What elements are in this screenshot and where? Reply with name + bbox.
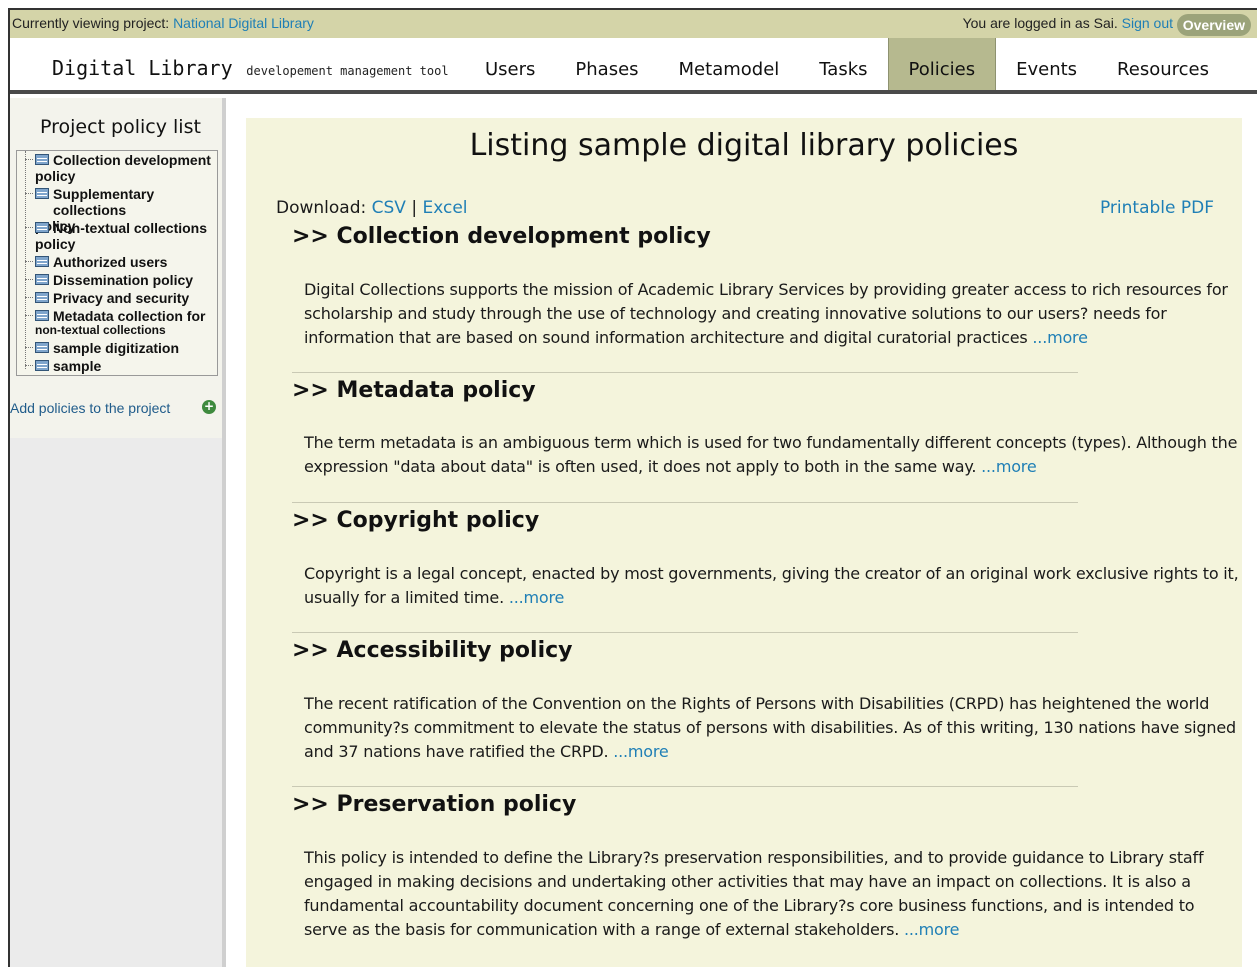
tree-item-label: Metadata collection for (53, 308, 206, 324)
policy-title-accessibility[interactable]: >> Accessibility policy (292, 638, 573, 663)
sign-out-link[interactable]: Sign out (1122, 15, 1173, 31)
excel-link[interactable]: Excel (422, 198, 467, 218)
download-label: Download: (276, 198, 367, 218)
tab-policies[interactable]: Policies (887, 38, 997, 90)
policy-body-preservation: This policy is intended to define the Li… (304, 846, 1240, 942)
more-link[interactable]: ...more (613, 742, 669, 761)
document-icon (35, 222, 49, 233)
tree-item-label: Collection development (53, 152, 211, 168)
policy-title-collection-development[interactable]: >> Collection development policy (292, 224, 711, 249)
tree-item-collection-development[interactable]: Collection development policy (25, 152, 211, 184)
add-policies-link[interactable]: Add policies to the project (10, 400, 170, 416)
policy-body-collection-development: Digital Collections supports the mission… (304, 278, 1240, 350)
tab-tasks[interactable]: Tasks (799, 38, 887, 90)
tree-item-metadata-collection[interactable]: Metadata collection for non-textual coll… (25, 308, 206, 337)
tab-phases[interactable]: Phases (555, 38, 658, 90)
policy-body-copyright: Copyright is a legal concept, enacted by… (304, 562, 1240, 610)
policy-text: Digital Collections supports the mission… (304, 280, 1228, 347)
printable-pdf-link[interactable]: Printable PDF (1100, 198, 1214, 218)
sidebar: Project policy list Collection developme… (10, 98, 226, 967)
tree-item-label: Dissemination policy (53, 272, 194, 288)
brand-logo[interactable]: Digital Library developement management … (52, 56, 449, 80)
tree-item-label: sample digitization (53, 340, 180, 356)
download-links: Download: CSV | Excel (276, 198, 468, 218)
page-title: Listing sample digital library policies (469, 128, 1019, 163)
tree-item-dissemination-policy[interactable]: Dissemination policy (25, 272, 194, 288)
document-icon (35, 292, 49, 303)
tree-item-label: Privacy and security (53, 290, 190, 306)
document-icon (35, 360, 49, 371)
policy-body-accessibility: The recent ratification of the Conventio… (304, 692, 1240, 764)
policy-title-copyright[interactable]: >> Copyright policy (292, 508, 539, 533)
main-content: Listing sample digital library policies … (246, 118, 1242, 967)
logged-in-text: You are logged in as Sai. (962, 15, 1118, 31)
viewing-label: Currently viewing project: (12, 15, 170, 31)
policy-text: This policy is intended to define the Li… (304, 848, 1204, 939)
document-icon (35, 310, 49, 321)
tree-item-label: Non-textual collections (53, 220, 208, 236)
more-link[interactable]: ...more (509, 588, 565, 607)
plus-circle-icon[interactable]: + (202, 400, 216, 414)
tree-line (25, 151, 26, 369)
tree-item-non-textual-collections[interactable]: Non-textual collections policy (25, 220, 208, 252)
divider (292, 632, 1078, 633)
overview-button[interactable]: Overview (1176, 14, 1251, 36)
policy-body-metadata: The term metadata is an ambiguous term w… (304, 431, 1240, 479)
more-link[interactable]: ...more (904, 920, 960, 939)
document-icon (35, 256, 49, 267)
more-link[interactable]: ...more (981, 457, 1037, 476)
policy-text: The term metadata is an ambiguous term w… (304, 433, 1238, 476)
tree-item-label-2: policy (35, 236, 76, 252)
policy-title-preservation[interactable]: >> Preservation policy (292, 792, 576, 817)
current-project: Currently viewing project: National Digi… (12, 15, 314, 31)
brand-title: Digital Library (52, 56, 233, 80)
document-icon (35, 154, 49, 165)
tab-users[interactable]: Users (465, 38, 555, 90)
sidebar-title: Project policy list (40, 116, 201, 138)
more-link[interactable]: ...more (1032, 328, 1088, 347)
top-info-bar: Currently viewing project: National Digi… (10, 10, 1257, 38)
tree-item-sample-digitization[interactable]: sample digitization (25, 340, 180, 356)
tree-item-privacy-and-security[interactable]: Privacy and security (25, 290, 190, 306)
csv-link[interactable]: CSV (372, 198, 406, 218)
policy-tree: Collection development policy Supplement… (16, 150, 218, 376)
project-link[interactable]: National Digital Library (173, 15, 314, 31)
document-icon (35, 342, 49, 353)
tree-item-authorized-users[interactable]: Authorized users (25, 254, 168, 270)
tab-resources[interactable]: Resources (1097, 38, 1229, 90)
policy-title-metadata[interactable]: >> Metadata policy (292, 378, 536, 403)
download-divider: | (411, 198, 418, 218)
login-status: You are logged in as Sai. Sign out (963, 15, 1173, 31)
document-icon (35, 188, 49, 199)
divider (292, 372, 1078, 373)
tree-item-label: Authorized users (53, 254, 168, 270)
brand-subtitle: developement management tool (246, 64, 449, 78)
divider (292, 786, 1078, 787)
main-header: Digital Library developement management … (10, 38, 1257, 94)
tree-item-sample[interactable]: sample (25, 358, 101, 374)
tree-item-label-2: non-textual collections (35, 323, 166, 337)
document-icon (35, 274, 49, 285)
policy-text: Copyright is a legal concept, enacted by… (304, 564, 1239, 607)
divider (292, 502, 1078, 503)
tab-events[interactable]: Events (996, 38, 1097, 90)
policy-text: The recent ratification of the Conventio… (304, 694, 1236, 761)
main-nav: Users Phases Metamodel Tasks Policies Ev… (465, 38, 1229, 90)
tree-item-label-2: policy (35, 168, 76, 184)
tab-metamodel[interactable]: Metamodel (659, 38, 800, 90)
tree-item-label: Supplementary collections (53, 186, 155, 218)
